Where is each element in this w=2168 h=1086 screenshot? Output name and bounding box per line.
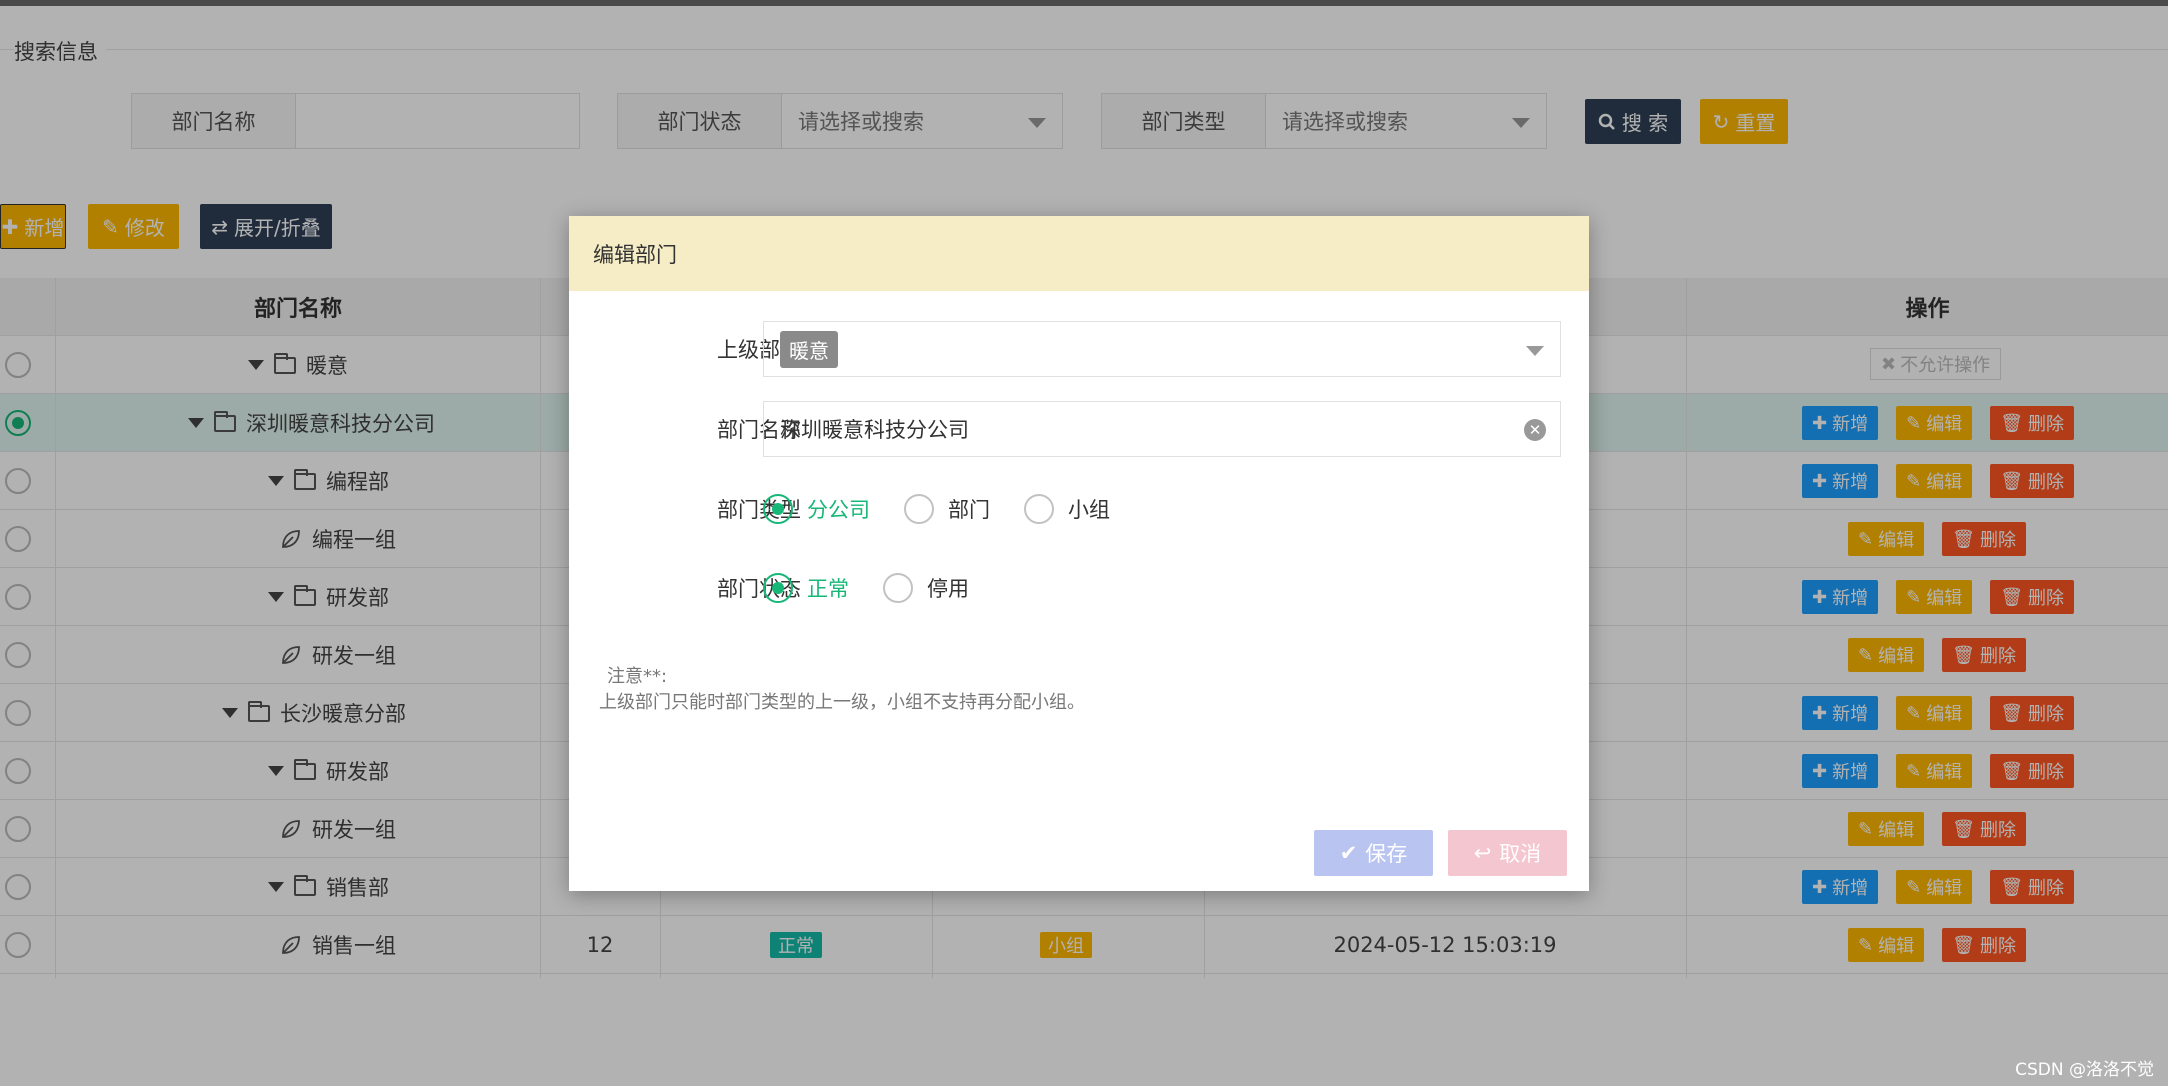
cancel-button[interactable]: ↩ 取消 bbox=[1448, 830, 1567, 876]
reply-icon: ↩ bbox=[1473, 841, 1492, 865]
radio-status-disabled[interactable]: 停用 bbox=[883, 573, 969, 603]
radio-type-branch[interactable]: 分公司 bbox=[763, 494, 870, 524]
dept-type-row: 部门类型 分公司 部门 小组 bbox=[569, 481, 1589, 537]
radio-checked-icon bbox=[763, 573, 793, 603]
parent-dept-row: 上级部门 暖意 bbox=[569, 321, 1589, 377]
radio-status-disabled-label: 停用 bbox=[927, 577, 969, 601]
parent-dept-select[interactable]: 暖意 bbox=[763, 321, 1561, 377]
cancel-button-label: 取消 bbox=[1499, 842, 1542, 866]
watermark: CSDN @洛洛不觉 bbox=[2015, 1060, 2154, 1080]
check-icon: ✔ bbox=[1339, 841, 1358, 865]
radio-type-branch-label: 分公司 bbox=[807, 498, 870, 522]
dept-status-row: 部门状态 正常 停用 bbox=[569, 560, 1589, 616]
radio-unchecked-icon bbox=[1024, 494, 1054, 524]
radio-status-normal[interactable]: 正常 bbox=[763, 573, 849, 603]
clear-icon[interactable]: ✕ bbox=[1524, 419, 1546, 441]
radio-status-normal-label: 正常 bbox=[807, 577, 849, 601]
dialog-note: 注意**: 上级部门只能时部门类型的上一级，小组不支持再分配小组。 bbox=[599, 664, 1085, 716]
radio-unchecked-icon bbox=[883, 573, 913, 603]
dept-name-value: 深圳暖意科技分公司 bbox=[780, 418, 969, 442]
radio-type-group-label: 小组 bbox=[1068, 498, 1110, 522]
dept-name-row: 部门名称 深圳暖意科技分公司 ✕ bbox=[569, 401, 1589, 457]
save-button-label: 保存 bbox=[1365, 842, 1408, 866]
dept-type-radio-group: 分公司 部门 小组 bbox=[763, 481, 1110, 537]
radio-unchecked-icon bbox=[904, 494, 934, 524]
radio-checked-icon bbox=[763, 494, 793, 524]
parent-dept-tag: 暖意 bbox=[780, 330, 838, 368]
radio-type-dept-label: 部门 bbox=[948, 498, 990, 522]
radio-type-group[interactable]: 小组 bbox=[1024, 494, 1110, 524]
page: 搜索信息 部门名称 部门状态 请选择或搜索 部门类型 请选择或搜索 搜 索 ↻ … bbox=[0, 0, 2168, 1086]
dept-name-input[interactable]: 深圳暖意科技分公司 ✕ bbox=[763, 401, 1561, 457]
dialog-title: 编辑部门 bbox=[569, 216, 1589, 291]
note-title: 注意**: bbox=[607, 666, 668, 687]
chevron-down-icon bbox=[1526, 346, 1544, 356]
dept-status-radio-group: 正常 停用 bbox=[763, 560, 969, 616]
save-button[interactable]: ✔ 保存 bbox=[1314, 830, 1433, 876]
note-text: 上级部门只能时部门类型的上一级，小组不支持再分配小组。 bbox=[599, 692, 1085, 713]
radio-type-dept[interactable]: 部门 bbox=[904, 494, 990, 524]
edit-dept-dialog: 编辑部门 上级部门 暖意 部门名称 深圳暖意科技分公司 ✕ 部门类型 分公司 部… bbox=[569, 216, 1589, 891]
